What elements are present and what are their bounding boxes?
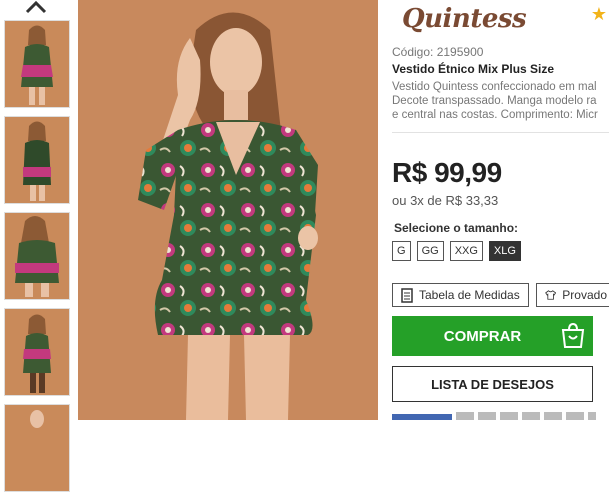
- thumbnail-5[interactable]: [4, 404, 70, 492]
- size-option-gg[interactable]: GG: [416, 241, 444, 261]
- size-option-xlg[interactable]: XLG: [488, 241, 521, 261]
- size-table-button[interactable]: Tabela de Medidas: [392, 283, 529, 307]
- main-product-photo: [78, 0, 378, 420]
- product-title: Vestido Étnico Mix Plus Size: [392, 62, 555, 76]
- virtual-fit-label: Provado: [562, 288, 607, 302]
- thumbnail-3[interactable]: [4, 212, 70, 300]
- description-line: Decote transpassado. Manga modelo ra: [392, 95, 597, 107]
- size-selector-label: Selecione o tamanho:: [394, 221, 519, 235]
- buy-label: COMPRAR: [443, 327, 522, 345]
- size-selector: G GG XXG XLG: [392, 241, 521, 261]
- shopping-bag-icon: [561, 323, 585, 348]
- description-line: e central nas costas. Comprimento: Micr: [392, 109, 598, 121]
- document-icon: [401, 287, 413, 303]
- description-line: Vestido Quintess confeccionado em mal: [392, 81, 597, 93]
- thumbnail-1[interactable]: [4, 20, 70, 108]
- product-price: R$ 99,99: [392, 157, 502, 188]
- size-option-xxg[interactable]: XXG: [449, 241, 483, 261]
- star-icon[interactable]: ★: [591, 4, 607, 25]
- product-code: Código: 2195900: [392, 45, 484, 59]
- size-option-g[interactable]: G: [392, 241, 411, 261]
- brand-logo[interactable]: Quintess: [402, 4, 527, 34]
- tshirt-icon: [545, 290, 557, 300]
- product-info-panel: Quintess ★ Código: 2195900 Vestido Étnic…: [392, 0, 609, 420]
- virtual-fit-button[interactable]: Provado: [536, 283, 609, 307]
- size-table-label: Tabela de Medidas: [419, 288, 520, 302]
- divider: [392, 132, 609, 133]
- facebook-share-button[interactable]: [392, 414, 452, 420]
- chevron-up-icon[interactable]: [24, 0, 48, 14]
- product-description: Vestido Quintess confeccionado em mal De…: [392, 80, 609, 122]
- wishlist-button[interactable]: LISTA DE DESEJOS: [392, 366, 593, 402]
- thumbnail-gallery: [0, 0, 76, 492]
- installment-price: ou 3x de R$ 33,33: [392, 193, 499, 208]
- thumbnail-2[interactable]: [4, 116, 70, 204]
- social-share-text: [456, 412, 596, 420]
- thumbnail-4[interactable]: [4, 308, 70, 396]
- buy-button[interactable]: COMPRAR: [392, 316, 593, 356]
